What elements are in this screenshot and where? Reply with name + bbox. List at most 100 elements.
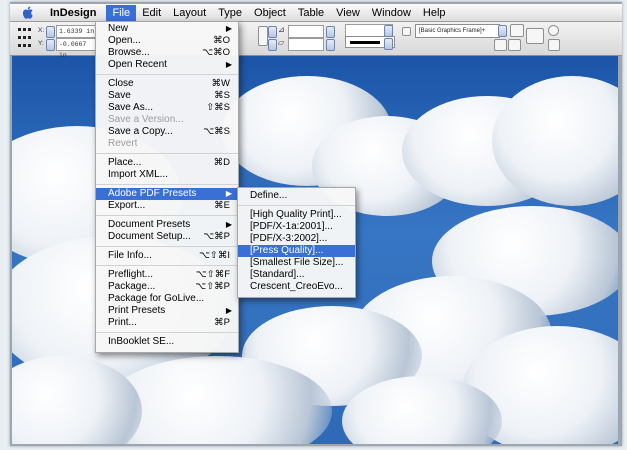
file-menu-item-open[interactable]: Open... ⌘O [96,35,238,47]
shear-stepper-icon[interactable] [268,39,277,51]
file-menu-item-open-recent[interactable]: Open Recent ▶ [96,59,238,71]
menu-item-shortcut: ⌥⌘O [202,47,230,58]
menu-layout[interactable]: Layout [167,5,212,21]
menu-item-shortcut: ⌥⌘P [203,231,230,242]
file-menu-item-file-info[interactable]: File Info... ⌥⇧⌘I [96,250,238,262]
menu-window[interactable]: Window [366,5,417,21]
rotation-field[interactable] [288,25,324,38]
file-menu-item-package[interactable]: Package... ⌥⇧⌘P [96,281,238,293]
menu-edit[interactable]: Edit [136,5,167,21]
menu-item-label: Document Setup... [108,231,191,242]
file-menu-item-preflight[interactable]: Preflight... ⌥⇧⌘F [96,269,238,281]
file-menu-item-inbooklet-se[interactable]: InBooklet SE... [96,336,238,348]
file-menu-item-save-a-copy[interactable]: Save a Copy... ⌥⌘S [96,126,238,138]
shear-field[interactable] [288,38,324,51]
menu-item-label: Package for GoLive... [108,293,205,304]
menu-item-label: Print... [108,317,137,328]
reference-point-grid-icon[interactable] [18,28,32,48]
constrain-proportions-button[interactable] [258,26,268,46]
file-menu-item-place[interactable]: Place... ⌘D [96,157,238,169]
file-menu-item-print[interactable]: Print... ⌘P [96,317,238,329]
menu-item-label: Close [108,78,134,89]
menu-item-label: Save a Copy... [108,126,173,137]
menu-view[interactable]: View [330,5,366,21]
shear-icon: ▱ [278,38,285,47]
fit-content-button[interactable] [494,39,507,51]
pdf-preset-item-crescent-creoevo[interactable]: Crescent_CreoEvo... [238,281,355,293]
menu-item-label: Document Presets [108,219,191,230]
menu-item-label: Save a Version... [108,114,184,125]
file-menu-item-close[interactable]: Close ⌘W [96,78,238,90]
menu-file[interactable]: File [106,4,137,21]
pdf-preset-item-pdf-x-1a-2001[interactable]: [PDF/X-1a:2001]... [238,221,355,233]
stroke-weight-stepper-icon[interactable] [326,26,335,38]
submenu-arrow-icon: ▶ [225,189,232,198]
menu-item-shortcut: ⌘W [211,78,230,89]
menu-item-label: InBooklet SE... [108,336,175,347]
menu-help[interactable]: Help [417,5,452,21]
file-menu-item-browse[interactable]: Browse... ⌥⌘O [96,47,238,59]
rotate-icon: ⊿ [278,25,285,34]
menu-table[interactable]: Table [292,5,330,21]
pdf-preset-item-pdf-x-3-2002[interactable]: [PDF/X-3:2002]... [238,233,355,245]
menu-item-shortcut: ⌘S [214,90,230,101]
file-menu-item-import-xml[interactable]: Import XML... [96,169,238,181]
menu-bar: InDesign File Edit Layout Type Object Ta… [10,4,622,22]
menu-item-label: Save [108,90,131,101]
x-label: X: [38,27,45,34]
y-stepper-icon[interactable] [46,39,55,51]
y-position-field[interactable]: -0.0667 in [56,38,98,59]
file-menu-item-revert: Revert [96,138,238,150]
style-options-button[interactable] [510,24,524,37]
pdf-preset-item-smallest-file-size[interactable]: [Smallest File Size]... [238,257,355,269]
stroke-type-stepper-icon[interactable] [326,39,335,51]
file-menu-item-save[interactable]: Save ⌘S [96,90,238,102]
pdf-preset-item-high-quality-print[interactable]: [High Quality Print]... [238,209,355,221]
apple-menu-icon[interactable] [20,6,36,20]
menu-item-label: File Info... [108,250,152,261]
pdf-preset-item-standard[interactable]: [Standard]... [238,269,355,281]
x-stepper-icon[interactable] [46,26,55,38]
file-menu-item-new[interactable]: New ▶ [96,23,238,35]
center-content-button[interactable] [548,25,559,36]
menu-item-label: Crescent_CreoEvo... [250,281,343,292]
menu-item-shortcut: ⌘O [213,35,230,46]
menu-item-label: [PDF/X-3:2002]... [250,233,328,244]
fit-frame-button[interactable] [508,39,521,51]
menu-item-label: Revert [108,138,138,149]
file-menu-item-document-setup[interactable]: Document Setup... ⌥⌘P [96,231,238,243]
submenu-arrow-icon: ▶ [225,306,232,315]
file-menu-item-document-presets[interactable]: Document Presets ▶ [96,219,238,231]
menu-app-name[interactable]: InDesign [44,5,102,21]
menu-item-label: Open... [108,35,141,46]
menu-separator [96,153,238,154]
menu-item-label: Browse... [108,47,150,58]
menu-item-label: Package... [108,281,156,292]
menu-item-label: Adobe PDF Presets [108,188,197,199]
select-container-button[interactable] [526,28,544,44]
menu-item-label: Define... [250,190,288,201]
x-position-field[interactable]: 1.6339 in [56,25,98,38]
menu-type[interactable]: Type [212,5,248,21]
file-menu-item-export[interactable]: Export... ⌘E [96,200,238,212]
pdf-preset-item-press-quality[interactable]: [Press Quality]... [238,245,355,257]
object-style-select[interactable]: [Basic Graphics Frame]+ [415,24,500,38]
pdf-preset-item-define[interactable]: Define... [238,190,355,202]
menu-object[interactable]: Object [248,5,292,21]
file-menu-item-print-presets[interactable]: Print Presets ▶ [96,305,238,317]
frame-style-swatch[interactable] [402,27,411,36]
submenu-arrow-icon: ▶ [225,60,232,69]
menu-separator [238,205,355,206]
file-menu-dropdown: New ▶ Open... ⌘O Browse... ⌥⌘O Open Recent ▶ Clo… [95,21,239,353]
menu-item-label: Import XML... [108,169,169,180]
rotate-stepper-icon[interactable] [268,26,277,38]
menu-item-shortcut: ⇧⌘S [206,102,230,113]
stroke-weight-dropdown-icon[interactable] [384,25,393,37]
file-menu-item-adobe-pdf-presets[interactable]: Adobe PDF Presets ▶ [96,188,238,200]
wrap-button[interactable] [548,39,560,51]
object-style-dropdown-icon[interactable] [498,25,507,37]
file-menu-item-save-a-version: Save a Version... [96,114,238,126]
file-menu-item-package-for-golive[interactable]: Package for GoLive... [96,293,238,305]
stroke-type-dropdown-icon[interactable] [384,38,393,50]
file-menu-item-save-as[interactable]: Save As... ⇧⌘S [96,102,238,114]
